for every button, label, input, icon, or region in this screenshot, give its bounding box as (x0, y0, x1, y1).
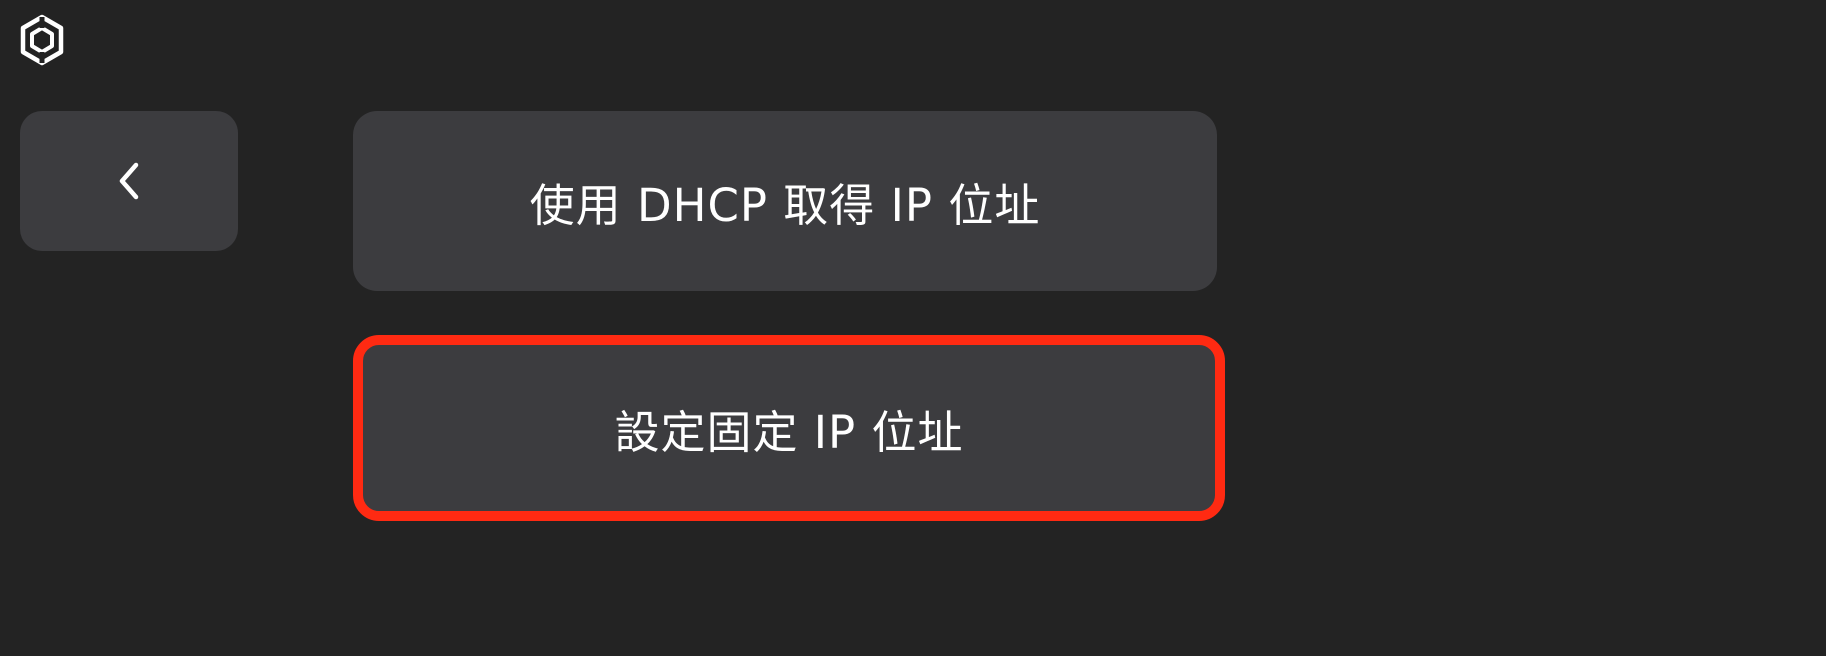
use-dhcp-label: 使用 DHCP 取得 IP 位址 (529, 178, 1041, 232)
chevron-left-icon (119, 162, 139, 200)
network-ip-settings-screen: 使用 DHCP 取得 IP 位址 設定固定 IP 位址 (0, 0, 1826, 656)
set-static-ip-label: 設定固定 IP 位址 (614, 405, 964, 459)
back-button[interactable] (20, 111, 238, 251)
use-dhcp-button[interactable]: 使用 DHCP 取得 IP 位址 (353, 111, 1217, 291)
set-static-ip-button[interactable]: 設定固定 IP 位址 (353, 335, 1225, 521)
hexagon-logo-icon (18, 14, 66, 66)
